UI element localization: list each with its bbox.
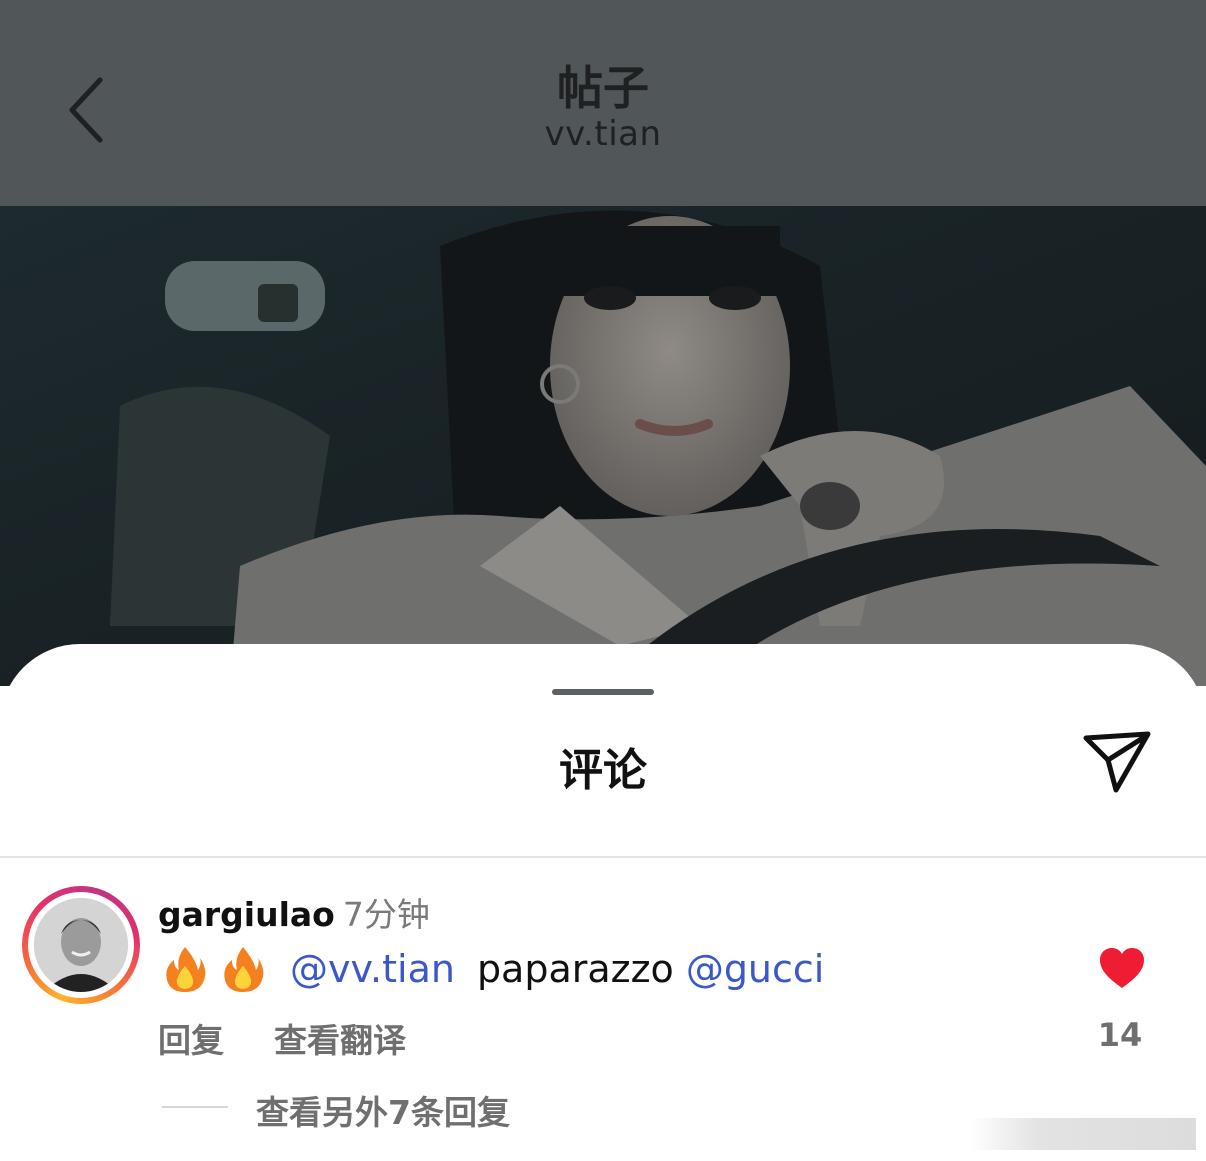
- comment-actions: 回复 查看翻译: [158, 1014, 406, 1062]
- avatar-story-ring[interactable]: [22, 886, 140, 1004]
- page-title: 帖子: [557, 61, 649, 115]
- drag-handle[interactable]: [552, 689, 654, 695]
- heart-icon: [1100, 948, 1144, 988]
- mention-link-gucci[interactable]: @gucci: [686, 947, 825, 991]
- comment-body: @vv.tian paparazzo @gucci: [160, 944, 824, 994]
- see-translation-button[interactable]: 查看翻译: [274, 1021, 406, 1060]
- comment-username[interactable]: gargiulao: [158, 895, 335, 934]
- replies-line: [162, 1106, 228, 1108]
- like-count: 14: [1097, 1016, 1143, 1054]
- fire-emoji-icon: [224, 947, 264, 992]
- comment-time: 7分钟: [342, 895, 430, 934]
- fire-emoji-icon: [166, 947, 206, 992]
- post-photo: [0, 206, 1206, 686]
- mention-link-vvtian[interactable]: @vv.tian: [290, 947, 455, 991]
- view-more-replies-button[interactable]: 查看另外7条回复: [256, 1086, 510, 1134]
- divider: [0, 856, 1206, 858]
- reply-button[interactable]: 回复: [158, 1021, 224, 1060]
- like-button[interactable]: [1098, 946, 1146, 990]
- comment-header: gargiulao 7分钟: [158, 888, 430, 936]
- post-author[interactable]: vv.tian: [0, 114, 1206, 154]
- avatar-ring-gap: [28, 892, 134, 998]
- avatar[interactable]: [34, 898, 128, 992]
- share-send-icon: [1083, 731, 1151, 793]
- share-button[interactable]: [1080, 728, 1154, 798]
- sheet-title: 评论: [559, 745, 647, 796]
- comment-text: paparazzo: [476, 947, 674, 991]
- home-indicator: [970, 1118, 1196, 1150]
- post-header: 帖子 vv.tian: [0, 0, 1206, 206]
- comments-sheet: 评论 gargiulao 7分钟 @vv.tian paparazzo @guc…: [0, 644, 1206, 1161]
